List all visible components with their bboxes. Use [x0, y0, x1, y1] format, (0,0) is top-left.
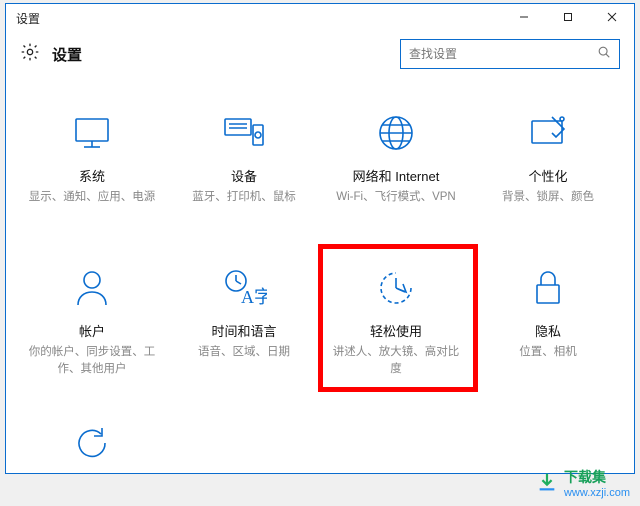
minimize-icon: [519, 11, 529, 25]
header: 设置: [6, 32, 634, 76]
tile-network[interactable]: 网络和 Internet Wi-Fi、飞行模式、VPN: [326, 104, 466, 206]
tile-subtitle: Wi-Fi、飞行模式、VPN: [330, 189, 461, 206]
time-language-icon: A字: [221, 265, 267, 311]
titlebar: 设置: [6, 4, 634, 32]
person-icon: [72, 265, 112, 311]
search-icon: [597, 45, 611, 64]
tile-subtitle: 背景、锁屏、颜色: [496, 189, 600, 206]
tile-privacy[interactable]: 隐私 位置、相机: [478, 259, 618, 361]
tile-subtitle: 语音、区域、日期: [192, 344, 296, 361]
tile-title: 个性化: [528, 166, 567, 185]
tile-update-security[interactable]: 更新和安全: [22, 414, 162, 473]
minimize-button[interactable]: [502, 4, 546, 32]
tile-title: 隐私: [535, 321, 561, 340]
gear-icon: [20, 42, 40, 67]
tile-title: 轻松使用: [370, 321, 422, 340]
close-button[interactable]: [590, 4, 634, 32]
download-icon: [536, 471, 558, 496]
tile-accounts[interactable]: 帐户 你的帐户、同步设置、工作、其他用户: [22, 259, 162, 377]
tile-subtitle: 你的帐户、同步设置、工作、其他用户: [22, 344, 162, 377]
tile-time-language[interactable]: A字 时间和语言 语音、区域、日期: [174, 259, 314, 361]
system-icon: [70, 110, 114, 156]
tile-personalization[interactable]: 个性化 背景、锁屏、颜色: [478, 104, 618, 206]
tile-devices[interactable]: 设备 蓝牙、打印机、鼠标: [174, 104, 314, 206]
page-title: 设置: [52, 44, 82, 65]
search-box[interactable]: [400, 39, 620, 69]
tile-title: 时间和语言: [211, 321, 276, 340]
ease-of-access-icon: [375, 265, 417, 311]
svg-text:A字: A字: [241, 287, 267, 307]
tile-title: 网络和 Internet: [353, 166, 440, 185]
maximize-icon: [563, 11, 573, 25]
watermark: 下载集 www.xzji.com: [536, 467, 630, 500]
tile-subtitle: 讲述人、放大镜、高对比度: [326, 344, 466, 377]
settings-grid: 系统 显示、通知、应用、电源 设备 蓝牙、打印机、鼠标 网络和 Internet…: [6, 76, 634, 473]
maximize-button[interactable]: [546, 4, 590, 32]
close-icon: [607, 11, 617, 25]
devices-icon: [221, 110, 267, 156]
settings-window: 设置 设置: [5, 3, 635, 474]
tile-title: 帐户: [79, 321, 105, 340]
lock-icon: [530, 265, 566, 311]
update-icon: [71, 420, 113, 466]
watermark-title: 下载集: [564, 467, 630, 487]
window-title: 设置: [16, 10, 40, 27]
globe-icon: [375, 110, 417, 156]
tile-ease-of-access[interactable]: 轻松使用 讲述人、放大镜、高对比度: [326, 259, 466, 377]
tile-system[interactable]: 系统 显示、通知、应用、电源: [22, 104, 162, 206]
paint-icon: [526, 110, 570, 156]
tile-title: 设备: [231, 166, 257, 185]
tile-subtitle: 位置、相机: [513, 344, 583, 361]
search-input[interactable]: [409, 47, 597, 61]
tile-subtitle: 显示、通知、应用、电源: [23, 189, 162, 206]
watermark-url: www.xzji.com: [564, 487, 630, 499]
tile-title: 系统: [79, 166, 105, 185]
tile-subtitle: 蓝牙、打印机、鼠标: [186, 189, 302, 206]
